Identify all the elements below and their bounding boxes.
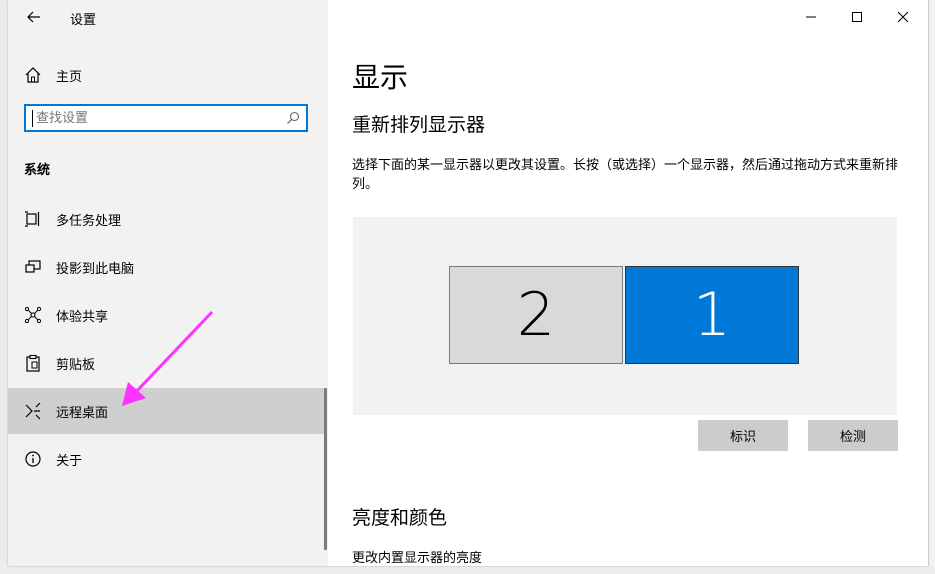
sidebar-item-home[interactable]: 主页 [8,58,328,92]
multitasking-icon [25,211,40,227]
background-window-edge-bottom [0,566,935,574]
window-title: 设置 [70,13,97,28]
display-arrangement-panel: 2 1 [353,217,897,415]
sidebar-item-projecting[interactable]: 投影到此电脑 [8,244,326,290]
shared-experiences-icon [24,306,42,324]
arrange-displays-description: 选择下面的某一显示器以更改其设置。长按（或选择）一个显示器，然后通过拖动方式来重… [352,158,899,192]
search-input[interactable] [30,108,282,128]
sidebar: 设置 主页 系统 多任务处理 [8,0,328,566]
sidebar-item-remote-desktop[interactable]: 远程桌面 [8,388,326,434]
detect-button[interactable]: 检测 [808,420,898,451]
sidebar-item-about[interactable]: 关于 [8,436,326,482]
maximize-icon [852,12,862,22]
sidebar-item-label: 关于 [56,454,83,469]
back-arrow-icon [27,11,40,23]
remote-desktop-icon [25,402,41,420]
projecting-icon [25,260,41,273]
info-icon [25,451,41,467]
sidebar-item-label: 剪贴板 [56,358,96,373]
home-icon [25,67,41,83]
page-title: 显示 [352,61,409,94]
sidebar-item-label: 主页 [56,70,83,85]
sidebar-item-shared-experiences[interactable]: 体验共享 [8,292,326,338]
brightness-description: 更改内置显示器的亮度 [352,551,483,566]
close-button[interactable] [880,2,926,32]
background-window-edge-left [0,0,8,574]
settings-window: 设置 主页 系统 多任务处理 [8,0,928,566]
back-button[interactable] [22,6,46,28]
sidebar-item-label: 远程桌面 [56,406,109,421]
sidebar-item-label: 投影到此电脑 [56,262,135,277]
brightness-color-heading: 亮度和颜色 [352,507,448,529]
sidebar-scrollbar[interactable] [324,388,327,550]
close-icon [897,11,909,23]
minimize-icon [806,16,816,18]
search-box[interactable] [24,104,308,132]
sidebar-item-multitasking[interactable]: 多任务处理 [8,196,326,242]
sidebar-item-label: 多任务处理 [56,214,122,229]
monitor-1-selected[interactable]: 1 [625,266,799,364]
sidebar-item-label: 体验共享 [56,310,109,325]
identify-button[interactable]: 标识 [698,420,788,451]
clipboard-icon [26,354,40,372]
arrange-displays-heading: 重新排列显示器 [352,114,486,136]
monitor-2[interactable]: 2 [449,266,623,364]
section-label-system: 系统 [24,163,51,178]
maximize-button[interactable] [834,2,880,32]
search-icon[interactable] [286,111,300,125]
sidebar-item-clipboard[interactable]: 剪贴板 [8,340,326,386]
minimize-button[interactable] [788,2,834,32]
background-window-edge-right [928,0,935,574]
main-content: 显示 重新排列显示器 选择下面的某一显示器以更改其设置。长按（或选择）一个显示器… [328,0,928,566]
